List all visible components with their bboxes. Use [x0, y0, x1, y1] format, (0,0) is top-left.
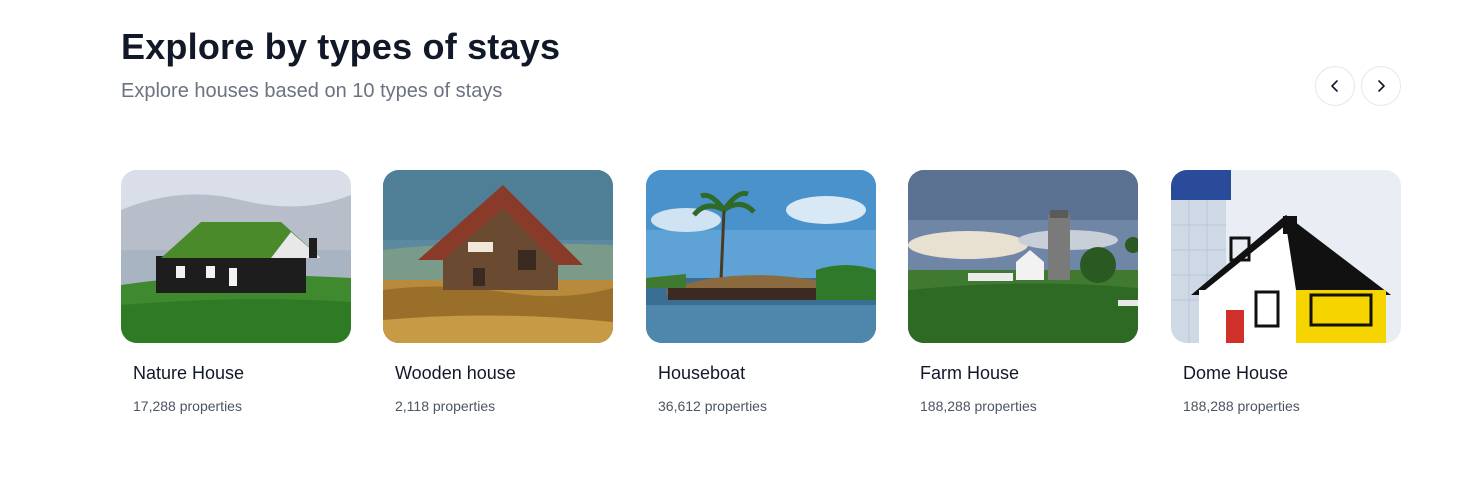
chevron-left-icon: [1331, 80, 1338, 92]
stay-card-farm-house[interactable]: Farm House 188,288 properties: [908, 170, 1138, 414]
chevron-right-icon: [1378, 80, 1385, 92]
stay-card-wooden-house[interactable]: Wooden house 2,118 properties: [383, 170, 613, 414]
card-image: [908, 170, 1138, 343]
card-count: 188,288 properties: [920, 398, 1037, 414]
card-title: Houseboat: [658, 363, 746, 383]
card-image: [646, 170, 876, 343]
stay-types-section: Explore by types of stays Explore houses…: [0, 0, 1480, 495]
card-count: 2,118 properties: [395, 398, 496, 414]
card-image: [121, 170, 351, 343]
card-image: [383, 170, 613, 343]
stay-card-houseboat[interactable]: Houseboat 36,612 properties: [646, 170, 876, 414]
card-image: [1171, 170, 1401, 343]
card-title: Wooden house: [395, 363, 516, 383]
card-count: 188,288 properties: [1183, 398, 1300, 414]
card-count: 36,612 properties: [658, 398, 767, 414]
section-title: Explore by types of stays: [121, 26, 561, 67]
carousel-prev-button[interactable]: [1315, 66, 1355, 106]
carousel-next-button[interactable]: [1361, 66, 1401, 106]
card-title: Farm House: [920, 363, 1020, 383]
stay-card-nature-house[interactable]: Nature House 17,288 properties: [121, 170, 351, 414]
stay-card-dome-house[interactable]: Dome House 188,288 properties: [1171, 170, 1401, 414]
card-title: Dome House: [1183, 363, 1289, 383]
card-count: 17,288 properties: [133, 398, 242, 414]
section-subtitle: Explore houses based on 10 types of stay…: [121, 80, 503, 102]
card-title: Nature House: [133, 363, 245, 383]
